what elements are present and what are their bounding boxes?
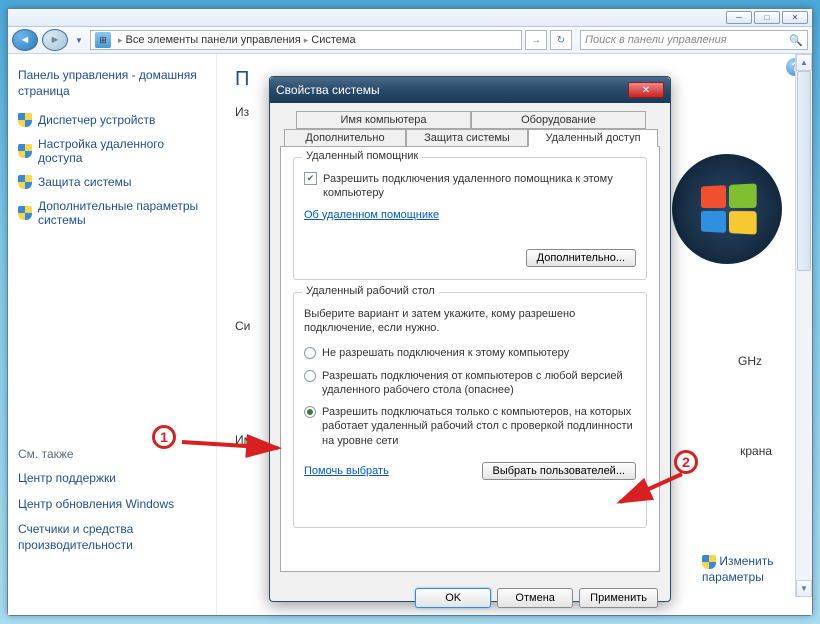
select-users-button[interactable]: Выбрать пользователей... [482, 462, 637, 480]
tab-advanced[interactable]: Дополнительно [284, 129, 406, 147]
seealso-perf-tools[interactable]: Счетчики и средства производительности [18, 522, 206, 553]
windows-logo [672, 154, 782, 264]
sidebar-item-device-manager[interactable]: Диспетчер устройств [18, 113, 206, 127]
sidebar-home-link[interactable]: Панель управления - домашняя страница [18, 68, 206, 99]
dialog-footer: OK Отмена Применить [270, 580, 670, 616]
dialog-titlebar[interactable]: Свойства системы ✕ [270, 77, 670, 103]
scroll-up-button[interactable]: ▲ [796, 54, 812, 71]
breadcrumb-current[interactable]: Система [311, 34, 355, 46]
change-settings-link[interactable]: Изменить параметры [702, 554, 782, 585]
about-remote-assistance-link[interactable]: Об удаленном помощнике [304, 209, 636, 221]
ok-button[interactable]: OK [415, 588, 491, 608]
tab-strip: Имя компьютера Оборудование Дополнительн… [280, 111, 660, 147]
sidebar-item-system-protection[interactable]: Защита системы [18, 175, 206, 189]
breadcrumb-root[interactable]: Все элементы панели управления [126, 34, 301, 46]
search-input[interactable]: Поиск в панели управления 🔍 [580, 30, 808, 50]
remote-desktop-group: Удаленный рабочий стол Выберите вариант … [293, 292, 647, 528]
breadcrumb[interactable]: ⊞ ▸ Все элементы панели управления ▸ Сис… [90, 30, 522, 50]
close-button[interactable]: ✕ [782, 11, 808, 24]
tab-system-protection[interactable]: Защита системы [406, 129, 528, 147]
allow-remote-assistance-label: Разрешить подключения удаленного помощни… [323, 172, 636, 201]
shield-icon [18, 175, 32, 189]
shield-icon [18, 206, 32, 220]
rd-option-any[interactable] [304, 370, 316, 382]
shield-icon [18, 113, 32, 127]
cancel-button[interactable]: Отмена [497, 588, 573, 608]
address-bar: ◄ ► ▼ ⊞ ▸ Все элементы панели управления… [8, 27, 812, 54]
scroll-thumb[interactable] [797, 71, 811, 271]
tab-panel-remote: Удаленный помощник ✔ Разрешить подключен… [280, 146, 660, 572]
seealso-windows-update[interactable]: Центр обновления Windows [18, 497, 206, 513]
allow-remote-assistance-checkbox[interactable]: ✔ [304, 172, 317, 185]
shield-icon [18, 144, 32, 158]
tab-computer-name[interactable]: Имя компьютера [296, 111, 471, 129]
remote-assistance-group: Удаленный помощник ✔ Разрешить подключен… [293, 157, 647, 280]
refresh-button[interactable]: ↻ [550, 30, 572, 50]
sidebar: Панель управления - домашняя страница Ди… [8, 54, 216, 615]
seealso-action-center[interactable]: Центр поддержки [18, 471, 206, 487]
shield-icon [702, 555, 716, 569]
tab-hardware[interactable]: Оборудование [471, 111, 646, 129]
rd-option-nla[interactable] [304, 406, 316, 418]
nav-history-dropdown[interactable]: ▼ [72, 29, 86, 51]
system-properties-dialog: Свойства системы ✕ Имя компьютера Оборуд… [269, 76, 671, 602]
back-button[interactable]: ◄ [12, 29, 38, 51]
tab-remote[interactable]: Удаленный доступ [528, 129, 658, 147]
dialog-close-button[interactable]: ✕ [628, 82, 664, 98]
sidebar-item-remote-settings[interactable]: Настройка удаленного доступа [18, 137, 206, 165]
scrollbar[interactable]: ▲ ▼ [795, 54, 812, 597]
ra-advanced-button[interactable]: Дополнительно... [526, 249, 636, 267]
dialog-title: Свойства системы [276, 83, 380, 97]
forward-button[interactable]: ► [42, 29, 68, 51]
titlebar: ─ □ ✕ [8, 9, 812, 27]
scroll-down-button[interactable]: ▼ [796, 580, 812, 597]
sidebar-item-advanced-settings[interactable]: Дополнительные параметры системы [18, 199, 206, 227]
maximize-button[interactable]: □ [754, 11, 780, 24]
apply-button[interactable]: Применить [579, 588, 658, 608]
go-button[interactable]: → [525, 30, 547, 50]
help-choose-link[interactable]: Помочь выбрать [304, 465, 389, 477]
minimize-button[interactable]: ─ [726, 11, 752, 24]
rd-option-deny[interactable] [304, 347, 316, 359]
control-panel-icon: ⊞ [95, 32, 111, 48]
see-also-label: См. также [18, 447, 206, 461]
